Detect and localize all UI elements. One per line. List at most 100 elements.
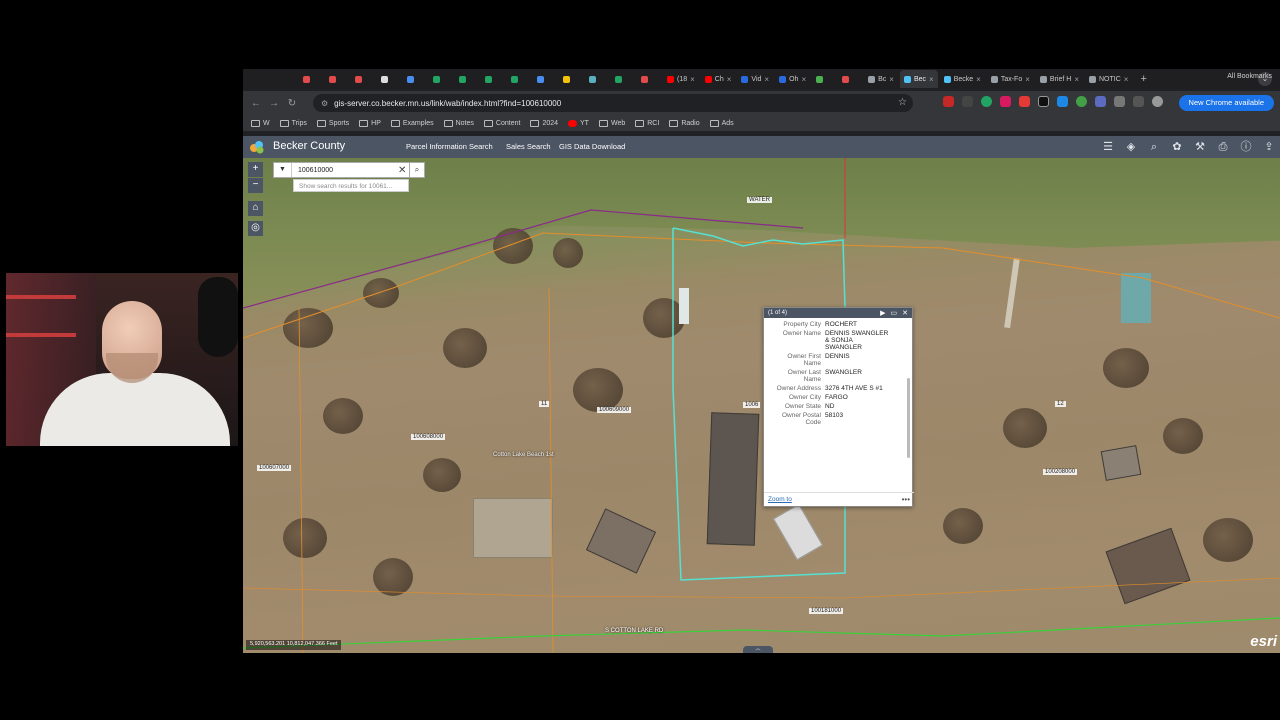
- sales-search-link[interactable]: Sales Search: [506, 142, 551, 151]
- browser-tab[interactable]: Tax-Fo ×: [987, 70, 1034, 88]
- zoom-to-link[interactable]: Zoom to: [768, 496, 902, 503]
- zoom-out-button[interactable]: −: [248, 178, 263, 193]
- more-actions-icon[interactable]: •••: [902, 495, 910, 504]
- layers-icon[interactable]: ◈: [1124, 140, 1138, 154]
- bookmark-folder[interactable]: Notes: [443, 119, 474, 127]
- extension-icon[interactable]: [1095, 96, 1106, 107]
- browser-tab[interactable]: [533, 70, 557, 88]
- parcel-info-search-link[interactable]: Parcel Information Search: [406, 142, 493, 151]
- bookmark-folder[interactable]: Sports: [316, 119, 349, 127]
- browser-tab[interactable]: [481, 70, 505, 88]
- browser-tab[interactable]: [812, 70, 836, 88]
- tab-favicon-icon: [741, 75, 749, 83]
- popup-scrollbar[interactable]: [907, 378, 910, 458]
- gallery-icon[interactable]: ✿: [1170, 140, 1184, 154]
- tab-title: Ch: [714, 75, 724, 83]
- bookmark-folder[interactable]: Content: [483, 119, 520, 127]
- browser-tab[interactable]: [455, 70, 479, 88]
- browser-tab[interactable]: [559, 70, 583, 88]
- browser-tab[interactable]: [377, 70, 401, 88]
- browser-tab[interactable]: [611, 70, 635, 88]
- tab-close-icon[interactable]: ×: [929, 75, 934, 84]
- collapse-panel-icon[interactable]: ︿: [743, 646, 773, 653]
- browser-tab[interactable]: NOTIC ×: [1085, 70, 1132, 88]
- tab-close-icon[interactable]: ×: [764, 75, 769, 84]
- browser-tab[interactable]: [325, 70, 349, 88]
- all-bookmarks-button[interactable]: All Bookmarks: [1227, 73, 1272, 80]
- browser-tab[interactable]: [429, 70, 453, 88]
- bookmark-folder[interactable]: W: [251, 119, 270, 127]
- bookmark-folder[interactable]: YT: [568, 119, 589, 127]
- search-suggestion[interactable]: Show search results for 10061...: [293, 179, 409, 192]
- locate-icon[interactable]: ◎: [248, 221, 263, 236]
- extension-icon[interactable]: [1019, 96, 1030, 107]
- tab-close-icon[interactable]: ×: [1025, 75, 1030, 84]
- bookmark-folder[interactable]: Web: [598, 119, 625, 127]
- side-panel-icon[interactable]: [1133, 96, 1144, 107]
- browser-tab[interactable]: [637, 70, 661, 88]
- bookmark-folder[interactable]: HP: [359, 119, 381, 127]
- forward-icon[interactable]: →: [265, 98, 283, 109]
- site-info-icon[interactable]: ⚙: [321, 99, 328, 108]
- next-feature-icon[interactable]: ▶: [880, 309, 885, 317]
- bookmark-folder[interactable]: Radio: [669, 119, 700, 127]
- browser-tab[interactable]: (18 ×: [663, 70, 699, 88]
- home-icon[interactable]: ⌂: [248, 201, 263, 216]
- tab-close-icon[interactable]: ×: [727, 75, 732, 84]
- bookmark-folder[interactable]: Trips: [279, 119, 307, 127]
- tab-close-icon[interactable]: ×: [976, 75, 981, 84]
- browser-tab[interactable]: Bc ×: [864, 70, 898, 88]
- print-icon[interactable]: ⎙: [1216, 140, 1230, 154]
- share-icon[interactable]: ⇪: [1262, 140, 1276, 154]
- search-source-dropdown[interactable]: ▼: [274, 163, 292, 177]
- tab-close-icon[interactable]: ×: [1124, 75, 1129, 84]
- tab-close-icon[interactable]: ×: [889, 75, 894, 84]
- bookmark-folder[interactable]: 2024: [530, 119, 558, 127]
- extension-icon[interactable]: [1076, 96, 1087, 107]
- zoom-in-button[interactable]: +: [248, 162, 263, 177]
- extension-icon[interactable]: [1000, 96, 1011, 107]
- extension-icon[interactable]: [1057, 96, 1068, 107]
- browser-tab[interactable]: Vid ×: [737, 70, 773, 88]
- bookmark-folder[interactable]: RCI: [635, 119, 659, 127]
- gis-data-download-link[interactable]: GIS Data Download: [559, 142, 625, 151]
- browser-tab[interactable]: Bec ×: [899, 70, 938, 88]
- tab-close-icon[interactable]: ×: [690, 75, 695, 84]
- bookmark-folder[interactable]: Ads: [709, 119, 734, 127]
- bookmark-star-icon[interactable]: ☆: [898, 97, 907, 108]
- app-header: Becker County Parcel Information Search …: [243, 136, 1280, 158]
- info-icon[interactable]: ⓘ: [1239, 140, 1253, 154]
- profile-avatar-icon[interactable]: [1152, 96, 1163, 107]
- extensions-puzzle-icon[interactable]: [1114, 96, 1125, 107]
- search-icon[interactable]: ⌕: [409, 162, 425, 178]
- search-map-icon[interactable]: ⌕: [1147, 140, 1161, 154]
- extension-icon[interactable]: [962, 96, 973, 107]
- maximize-icon[interactable]: ▭: [891, 309, 898, 317]
- chrome-update-button[interactable]: New Chrome available: [1178, 95, 1274, 111]
- close-icon[interactable]: ✕: [902, 309, 908, 317]
- search-input[interactable]: 100610000: [292, 167, 398, 174]
- map-view[interactable]: WATER 100609000 100608000 100607000 1001…: [243, 158, 1280, 653]
- browser-tab[interactable]: [507, 70, 531, 88]
- new-tab-button[interactable]: +: [1134, 73, 1152, 85]
- tab-close-icon[interactable]: ×: [801, 75, 806, 84]
- bookmark-folder[interactable]: Examples: [390, 119, 434, 127]
- browser-tab[interactable]: Oh ×: [775, 70, 810, 88]
- list-icon[interactable]: ☰: [1101, 140, 1115, 154]
- extension-icon[interactable]: [1038, 96, 1049, 107]
- browser-tab[interactable]: Ch ×: [701, 70, 736, 88]
- reload-icon[interactable]: ↻: [283, 98, 301, 109]
- extension-icon[interactable]: [943, 96, 954, 107]
- address-bar[interactable]: ⚙ gis-server.co.becker.mn.us/link/wab/in…: [313, 94, 913, 112]
- browser-tab[interactable]: [403, 70, 427, 88]
- browser-tab[interactable]: [351, 70, 375, 88]
- browser-tab[interactable]: [585, 70, 609, 88]
- browser-tab[interactable]: Brief H ×: [1036, 70, 1083, 88]
- extension-icon[interactable]: [981, 96, 992, 107]
- browser-tab[interactable]: Becke ×: [940, 70, 985, 88]
- back-icon[interactable]: ←: [247, 98, 265, 109]
- browser-tab[interactable]: [838, 70, 862, 88]
- draw-icon[interactable]: ⚒: [1193, 140, 1207, 154]
- browser-tab[interactable]: [299, 70, 323, 88]
- tab-close-icon[interactable]: ×: [1074, 75, 1079, 84]
